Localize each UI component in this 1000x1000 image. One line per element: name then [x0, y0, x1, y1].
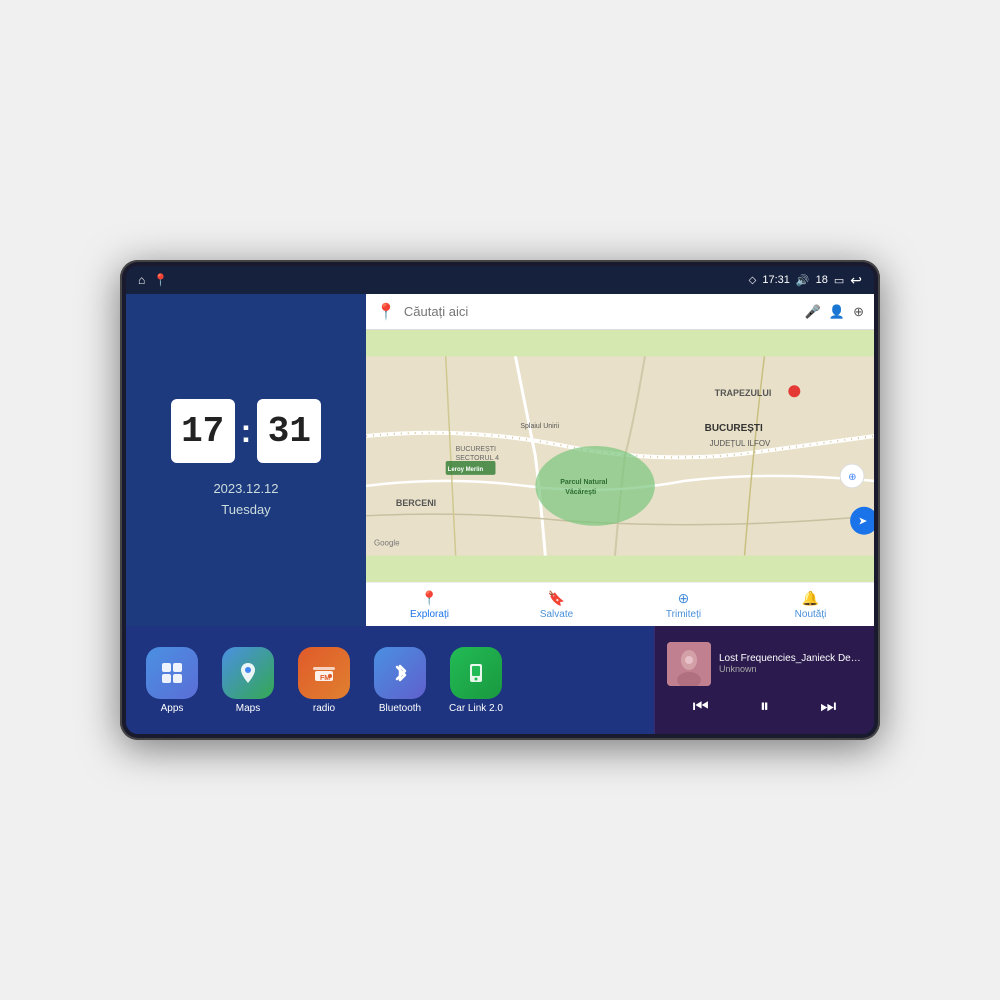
album-art [667, 642, 711, 686]
bluetooth-label: Bluetooth [379, 703, 421, 714]
app-item-apps[interactable]: Apps [142, 647, 202, 714]
status-left-icons: ⌂ 📍 [138, 273, 168, 287]
google-maps-pin-icon: 📍 [376, 302, 396, 322]
music-artist: Unknown [719, 664, 862, 674]
svg-text:Leroy Merlin: Leroy Merlin [448, 467, 484, 473]
music-prev-button[interactable]: ⏮ [685, 694, 717, 719]
battery-level: 18 [816, 274, 828, 286]
music-next-button[interactable]: ⏭ [812, 694, 844, 719]
music-info-row: Lost Frequencies_Janieck Devy-... Unknow… [667, 642, 862, 686]
map-panel[interactable]: 📍 🎤 👤 ⊕ [366, 294, 874, 626]
app-item-bluetooth[interactable]: Bluetooth [370, 647, 430, 714]
explore-label: Explorați [410, 609, 449, 620]
map-bottom-nav: 📍 Explorați 🔖 Salvate ⊕ Trimiteți 🔔 [366, 582, 874, 626]
clock-panel: 17 : 31 2023.12.12 Tuesday [126, 294, 366, 626]
layers-icon[interactable]: ⊕ [853, 304, 864, 320]
date-info: 2023.12.12 Tuesday [213, 479, 278, 521]
map-body[interactable]: Parcul Natural Văcărești TRAPEZULUI BUCU… [366, 330, 874, 582]
top-row: 17 : 31 2023.12.12 Tuesday 📍 [126, 294, 874, 626]
maps-icon [222, 647, 274, 699]
music-title: Lost Frequencies_Janieck Devy-... [719, 653, 862, 664]
carlink-icon [450, 647, 502, 699]
map-search-bar: 📍 🎤 👤 ⊕ [366, 294, 874, 330]
main-content: 17 : 31 2023.12.12 Tuesday 📍 [126, 294, 874, 734]
app-item-carlink[interactable]: Car Link 2.0 [446, 647, 506, 714]
car-screen: ⌂ 📍 ◇ 17:31 🔊 18 ▭ ↩ 17 : [126, 266, 874, 734]
app-item-maps[interactable]: Maps [218, 647, 278, 714]
svg-text:BUCUREȘTI: BUCUREȘTI [456, 446, 496, 453]
svg-text:Văcărești: Văcărești [565, 489, 596, 496]
map-search-icons: 🎤 👤 ⊕ [805, 304, 864, 320]
clock-hours: 17 [171, 399, 235, 463]
clock-colon: : [241, 413, 252, 450]
clock-display: 17 : 31 [171, 399, 322, 463]
map-nav-news[interactable]: 🔔 Noutăți [747, 590, 874, 620]
music-text: Lost Frequencies_Janieck Devy-... Unknow… [719, 653, 862, 674]
mic-icon[interactable]: 🎤 [805, 304, 821, 320]
svg-text:JUDEȚUL ILFOV: JUDEȚUL ILFOV [710, 439, 771, 448]
apps-icon [146, 647, 198, 699]
news-label: Noutăți [795, 609, 827, 620]
svg-text:⊕: ⊕ [848, 472, 856, 483]
app-grid: Apps Maps [126, 626, 654, 734]
saved-icon: 🔖 [548, 590, 565, 607]
status-time: 17:31 [762, 274, 790, 286]
send-icon: ⊕ [678, 590, 690, 607]
bluetooth-icon-bg [374, 647, 426, 699]
svg-text:SECTORUL 4: SECTORUL 4 [456, 455, 499, 462]
apps-label: Apps [161, 703, 184, 714]
gps-icon: ◇ [749, 275, 757, 286]
svg-text:Splaiul Unirii: Splaiul Unirii [520, 423, 559, 430]
clock-minutes: 31 [257, 399, 321, 463]
svg-text:BUCUREȘTI: BUCUREȘTI [705, 423, 763, 434]
trapezului-label: TRAPEZULUI [715, 388, 772, 398]
clock-day: Tuesday [213, 500, 278, 521]
status-right-info: ◇ 17:31 🔊 18 ▭ ↩ [749, 272, 862, 289]
carlink-label: Car Link 2.0 [449, 703, 503, 714]
radio-label: radio [313, 703, 335, 714]
account-icon[interactable]: 👤 [829, 304, 845, 320]
news-icon: 🔔 [802, 590, 819, 607]
volume-icon: 🔊 [796, 274, 810, 287]
map-search-input[interactable] [404, 304, 797, 319]
music-panel: Lost Frequencies_Janieck Devy-... Unknow… [654, 626, 874, 734]
svg-text:Google: Google [374, 539, 400, 548]
map-nav-send[interactable]: ⊕ Trimiteți [620, 590, 747, 620]
send-label: Trimiteți [666, 609, 701, 620]
car-display-device: ⌂ 📍 ◇ 17:31 🔊 18 ▭ ↩ 17 : [120, 260, 880, 740]
home-icon[interactable]: ⌂ [138, 273, 145, 287]
map-nav-explore[interactable]: 📍 Explorați [366, 590, 493, 620]
radio-icon: FM [298, 647, 350, 699]
music-thumbnail [667, 642, 711, 686]
app-item-radio[interactable]: FM radio [294, 647, 354, 714]
location-pin-icon[interactable]: 📍 [153, 273, 168, 287]
music-controls: ⏮ ⏸ ⏭ [667, 694, 862, 719]
svg-text:➤: ➤ [858, 516, 867, 528]
music-play-pause-button[interactable]: ⏸ [752, 694, 777, 719]
clock-date: 2023.12.12 [213, 479, 278, 500]
svg-text:BERCENI: BERCENI [396, 498, 436, 508]
explore-icon: 📍 [421, 590, 438, 607]
map-nav-saved[interactable]: 🔖 Salvate [493, 590, 620, 620]
maps-label: Maps [236, 703, 260, 714]
bottom-row: Apps Maps [126, 626, 874, 734]
saved-label: Salvate [540, 609, 573, 620]
status-bar: ⌂ 📍 ◇ 17:31 🔊 18 ▭ ↩ [126, 266, 874, 294]
svg-text:Parcul Natural: Parcul Natural [560, 479, 607, 486]
battery-icon: ▭ [834, 274, 844, 287]
back-icon[interactable]: ↩ [850, 272, 862, 289]
